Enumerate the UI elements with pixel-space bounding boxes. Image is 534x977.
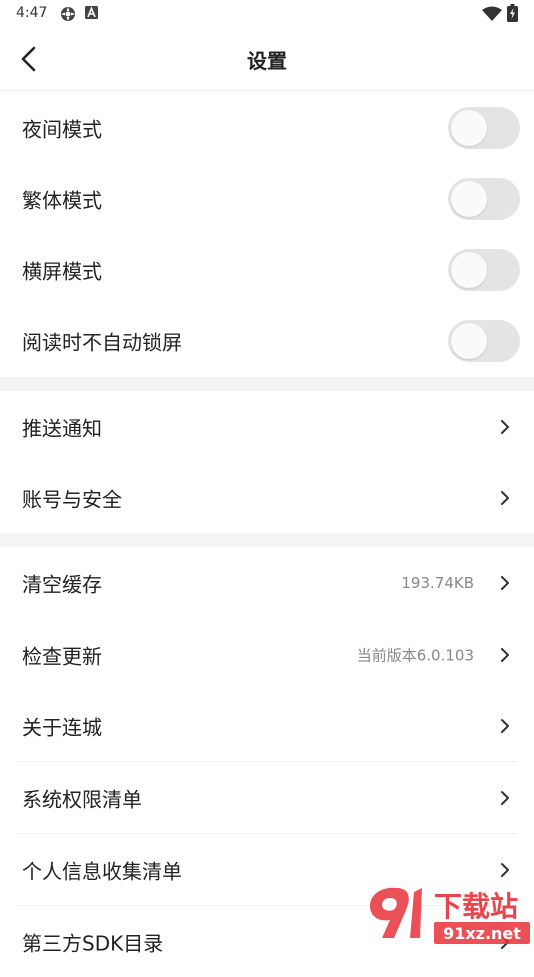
setting-row-about[interactable]: 关于连城 bbox=[0, 690, 534, 761]
chevron-right-icon bbox=[501, 790, 509, 805]
notification-a-icon bbox=[85, 6, 98, 19]
setting-label: 第三方SDK目录 bbox=[22, 931, 164, 956]
landscape-mode-toggle[interactable] bbox=[448, 248, 520, 291]
setting-label: 推送通知 bbox=[22, 416, 102, 440]
setting-row-no-autolock: 阅读时不自动锁屏 bbox=[0, 305, 534, 376]
battery-icon bbox=[507, 4, 518, 22]
setting-label: 账号与安全 bbox=[22, 487, 122, 511]
toggle-knob bbox=[451, 322, 487, 359]
setting-row-account-security[interactable]: 账号与安全 bbox=[0, 462, 534, 533]
chevron-right-icon bbox=[501, 862, 509, 877]
section-divider bbox=[0, 377, 534, 391]
cache-size-value: 193.74KB bbox=[401, 573, 474, 592]
watermark-logo: 下载站 91xz.net bbox=[362, 880, 534, 950]
toggle-knob bbox=[451, 109, 487, 146]
toggle-knob bbox=[451, 180, 487, 217]
chevron-right-icon bbox=[501, 575, 509, 590]
version-value: 当前版本6.0.103 bbox=[356, 646, 474, 664]
wifi-icon bbox=[482, 6, 502, 21]
setting-label: 检查更新 bbox=[22, 644, 102, 668]
setting-row-push-notifications[interactable]: 推送通知 bbox=[0, 391, 534, 462]
watermark-91xz-logo: 下载站 91xz.net bbox=[370, 887, 530, 944]
setting-label: 横屏模式 bbox=[22, 259, 102, 283]
status-bar: 4:47 bbox=[0, 0, 534, 28]
settings-gear-icon bbox=[61, 7, 75, 21]
setting-row-traditional-mode: 繁体模式 bbox=[0, 163, 534, 234]
no-autolock-toggle[interactable] bbox=[448, 319, 520, 362]
setting-label: 系统权限清单 bbox=[22, 787, 142, 811]
status-time: 4:47 bbox=[16, 5, 48, 21]
setting-row-check-update[interactable]: 检查更新 当前版本6.0.103 bbox=[0, 619, 534, 690]
setting-label: 繁体模式 bbox=[22, 188, 102, 212]
night-mode-toggle[interactable] bbox=[448, 106, 520, 149]
toggle-knob bbox=[451, 251, 487, 288]
setting-label: 夜间模式 bbox=[22, 117, 102, 141]
page-title: 设置 bbox=[247, 49, 287, 73]
watermark-title: 下载站 bbox=[434, 890, 518, 923]
setting-row-night-mode: 夜间模式 bbox=[0, 92, 534, 163]
chevron-right-icon bbox=[501, 647, 509, 662]
chevron-right-icon bbox=[501, 718, 509, 733]
setting-row-clear-cache[interactable]: 清空缓存 193.74KB bbox=[0, 547, 534, 618]
setting-label: 个人信息收集清单 bbox=[22, 859, 182, 883]
watermark-domain: 91xz.net bbox=[443, 924, 521, 943]
setting-label: 清空缓存 bbox=[22, 572, 102, 596]
section-divider bbox=[0, 533, 534, 547]
setting-row-landscape-mode: 横屏模式 bbox=[0, 234, 534, 305]
setting-label: 关于连城 bbox=[22, 715, 102, 739]
setting-label: 阅读时不自动锁屏 bbox=[22, 330, 182, 354]
header: 设置 bbox=[0, 28, 534, 91]
chevron-right-icon bbox=[501, 419, 509, 434]
setting-row-permissions-list[interactable]: 系统权限清单 bbox=[0, 762, 534, 833]
traditional-mode-toggle[interactable] bbox=[448, 177, 520, 220]
chevron-right-icon bbox=[501, 490, 509, 505]
